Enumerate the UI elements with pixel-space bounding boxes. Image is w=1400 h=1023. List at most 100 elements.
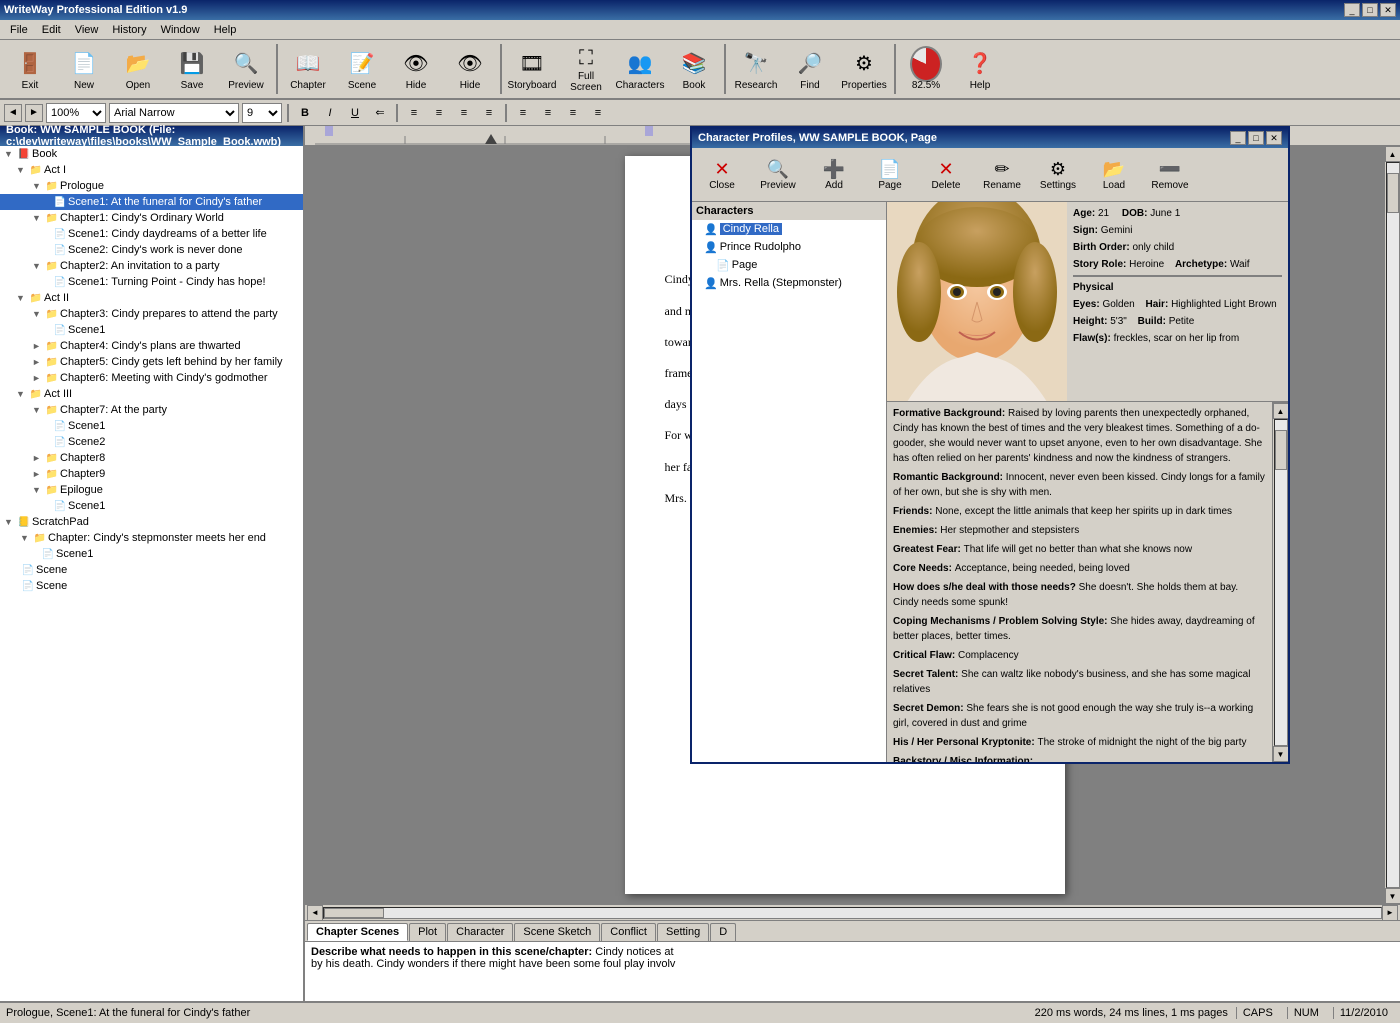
char-list-panel[interactable]: Characters 👤 Cindy Rella 👤 Prince Rudolp… bbox=[692, 202, 887, 762]
align-center-button[interactable]: ≡ bbox=[428, 103, 450, 123]
book-tree[interactable]: ▼ 📕 Book ▼ 📁 Act I ▼ 📁 Prologue bbox=[0, 146, 303, 1001]
chapter-button[interactable]: 📖 Chapter bbox=[282, 42, 334, 96]
new-button[interactable]: 📄 New bbox=[58, 42, 110, 96]
tree-item-act2[interactable]: ▼ 📁 Act II bbox=[0, 290, 303, 306]
char-list-item-cindy[interactable]: 👤 Cindy Rella bbox=[692, 220, 886, 238]
hscroll-track[interactable] bbox=[323, 907, 1382, 919]
char-scroll-track[interactable] bbox=[1274, 419, 1288, 746]
tree-item-sp-scene3[interactable]: 📄 Scene bbox=[0, 578, 303, 594]
scroll-up-button[interactable]: ▲ bbox=[1385, 146, 1400, 162]
hscroll-right-button[interactable]: ► bbox=[1382, 905, 1398, 921]
save-button[interactable]: 💾 Save bbox=[166, 42, 218, 96]
tree-item-scene1-epilogue[interactable]: 📄 Scene1 bbox=[0, 498, 303, 514]
char-settings-button[interactable]: ⚙ Settings bbox=[1032, 150, 1084, 200]
maximize-button[interactable]: □ bbox=[1362, 3, 1378, 17]
tree-item-ch4[interactable]: ► 📁 Chapter4: Cindy's plans are thwarted bbox=[0, 338, 303, 354]
char-bio-vscroll[interactable]: ▲ ▼ bbox=[1272, 402, 1288, 762]
fullscreen-button[interactable]: ⛶ Full Screen bbox=[560, 42, 612, 96]
scroll-down-button[interactable]: ▼ bbox=[1385, 888, 1400, 904]
menu-history[interactable]: History bbox=[106, 22, 152, 38]
scroll-track[interactable] bbox=[1386, 162, 1400, 888]
font-name-select[interactable]: Arial Narrow bbox=[109, 103, 239, 123]
progress-button[interactable]: 82.5% bbox=[900, 42, 952, 96]
exit-button[interactable]: 🚪 Exit bbox=[4, 42, 56, 96]
doc-vscroll[interactable]: ▲ ▼ bbox=[1384, 146, 1400, 904]
tree-item-act3[interactable]: ▼ 📁 Act III bbox=[0, 386, 303, 402]
hide1-button[interactable]: 👁 Hide bbox=[390, 42, 442, 96]
tab-conflict[interactable]: Conflict bbox=[601, 923, 656, 941]
hide2-button[interactable]: 👁 Hide bbox=[444, 42, 496, 96]
tab-chapter-scenes[interactable]: Chapter Scenes bbox=[307, 923, 408, 941]
char-scroll-down-button[interactable]: ▼ bbox=[1273, 746, 1289, 762]
storyboard-button[interactable]: 🎞 Storyboard bbox=[506, 42, 558, 96]
tree-item-act1[interactable]: ▼ 📁 Act I bbox=[0, 162, 303, 178]
hscroll-left-button[interactable]: ◄ bbox=[307, 905, 323, 921]
research-button[interactable]: 🔭 Research bbox=[730, 42, 782, 96]
menu-help[interactable]: Help bbox=[208, 22, 243, 38]
tree-item-ch3[interactable]: ▼ 📁 Chapter3: Cindy prepares to attend t… bbox=[0, 306, 303, 322]
char-list-item-page[interactable]: 📄 Page bbox=[692, 256, 886, 274]
tree-item-scene1-ch1[interactable]: 📄 Scene1: Cindy daydreams of a better li… bbox=[0, 226, 303, 242]
char-rename-button[interactable]: ✏ Rename bbox=[976, 150, 1028, 200]
hscroll-thumb[interactable] bbox=[324, 908, 384, 918]
tab-scene-sketch[interactable]: Scene Sketch bbox=[514, 923, 600, 941]
tree-item-scene1-ch3[interactable]: 📄 Scene1 bbox=[0, 322, 303, 338]
char-list-item-mrs-rella[interactable]: 👤 Mrs. Rella (Stepmonster) bbox=[692, 274, 886, 292]
menu-view[interactable]: View bbox=[69, 22, 105, 38]
underline-button[interactable]: U bbox=[344, 103, 366, 123]
tree-item-ch1[interactable]: ▼ 📁 Chapter1: Cindy's Ordinary World bbox=[0, 210, 303, 226]
tree-item-scene1-ch7[interactable]: 📄 Scene1 bbox=[0, 418, 303, 434]
tree-item-sp-scene1[interactable]: 📄 Scene1 bbox=[0, 546, 303, 562]
tree-item-scene1-prologue[interactable]: 📄 Scene1: At the funeral for Cindy's fat… bbox=[0, 194, 303, 210]
find-button[interactable]: 🔎 Find bbox=[784, 42, 836, 96]
menu-file[interactable]: File bbox=[4, 22, 34, 38]
tab-setting[interactable]: Setting bbox=[657, 923, 709, 941]
char-preview-button[interactable]: 🔍 Preview bbox=[752, 150, 804, 200]
align-right-button[interactable]: ≡ bbox=[453, 103, 475, 123]
tree-item-scratchpad[interactable]: ▼ 📒 ScratchPad bbox=[0, 514, 303, 530]
char-close-button[interactable]: ✕ Close bbox=[696, 150, 748, 200]
tree-item-sp-scene2[interactable]: 📄 Scene bbox=[0, 562, 303, 578]
tree-item-prologue[interactable]: ▼ 📁 Prologue bbox=[0, 178, 303, 194]
doc-hscroll[interactable]: ◄ ► bbox=[305, 904, 1400, 920]
properties-button[interactable]: ⚙ Properties bbox=[838, 42, 890, 96]
list2-button[interactable]: ≡ bbox=[537, 103, 559, 123]
tree-item-scene2-ch1[interactable]: 📄 Scene2: Cindy's work is never done bbox=[0, 242, 303, 258]
tree-item-epilogue[interactable]: ▼ 📁 Epilogue bbox=[0, 482, 303, 498]
tree-item-ch7[interactable]: ▼ 📁 Chapter7: At the party bbox=[0, 402, 303, 418]
zoom-select[interactable]: 100% bbox=[46, 103, 106, 123]
tab-plot[interactable]: Plot bbox=[409, 923, 446, 941]
tree-item-scene1-ch2[interactable]: 📄 Scene1: Turning Point - Cindy has hope… bbox=[0, 274, 303, 290]
char-window-minimize[interactable]: _ bbox=[1230, 131, 1246, 145]
list3-button[interactable]: ≡ bbox=[562, 103, 584, 123]
close-button[interactable]: ✕ bbox=[1380, 3, 1396, 17]
tree-item-book[interactable]: ▼ 📕 Book bbox=[0, 146, 303, 162]
char-scroll-thumb[interactable] bbox=[1275, 430, 1287, 470]
align-justify-button[interactable]: ≡ bbox=[478, 103, 500, 123]
scroll-thumb[interactable] bbox=[1387, 173, 1399, 213]
list1-button[interactable]: ≡ bbox=[512, 103, 534, 123]
scene-button[interactable]: 📝 Scene bbox=[336, 42, 388, 96]
char-page-button[interactable]: 📄 Page bbox=[864, 150, 916, 200]
tree-item-sp-ch[interactable]: ▼ 📁 Chapter: Cindy's stepmonster meets h… bbox=[0, 530, 303, 546]
tree-item-scene2-ch7[interactable]: 📄 Scene2 bbox=[0, 434, 303, 450]
tree-item-ch5[interactable]: ► 📁 Chapter5: Cindy gets left behind by … bbox=[0, 354, 303, 370]
char-window-maximize[interactable]: □ bbox=[1248, 131, 1264, 145]
open-button[interactable]: 📂 Open bbox=[112, 42, 164, 96]
char-scroll-up-button[interactable]: ▲ bbox=[1273, 403, 1289, 419]
tree-item-ch6[interactable]: ► 📁 Chapter6: Meeting with Cindy's godmo… bbox=[0, 370, 303, 386]
tab-character[interactable]: Character bbox=[447, 923, 513, 941]
bold-button[interactable]: B bbox=[294, 103, 316, 123]
char-add-button[interactable]: ➕ Add bbox=[808, 150, 860, 200]
minimize-button[interactable]: _ bbox=[1344, 3, 1360, 17]
char-delete-button[interactable]: ✕ Delete bbox=[920, 150, 972, 200]
menu-window[interactable]: Window bbox=[155, 22, 206, 38]
book-button[interactable]: 📚 Book bbox=[668, 42, 720, 96]
tree-item-ch8[interactable]: ► 📁 Chapter8 bbox=[0, 450, 303, 466]
list4-button[interactable]: ≡ bbox=[587, 103, 609, 123]
nav-right-button[interactable]: ► bbox=[25, 104, 43, 122]
italic-button[interactable]: I bbox=[319, 103, 341, 123]
char-load-button[interactable]: 📂 Load bbox=[1088, 150, 1140, 200]
tab-d[interactable]: D bbox=[710, 923, 736, 941]
char-list-item-prince[interactable]: 👤 Prince Rudolpho bbox=[692, 238, 886, 256]
